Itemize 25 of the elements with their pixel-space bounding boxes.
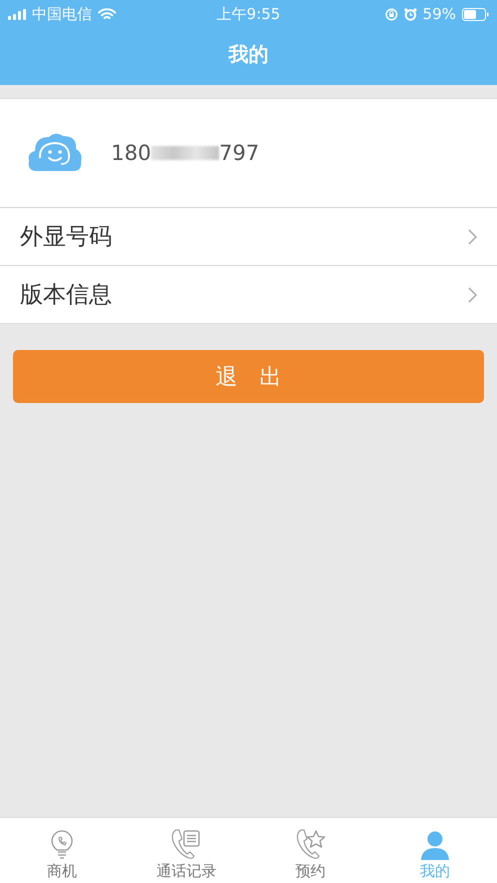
logout-button[interactable]: 退 出 [13,350,484,403]
menu-label: 外显号码 [20,223,112,252]
status-time: 上午9:55 [216,4,280,24]
call-log-icon [170,828,202,860]
carrier-name: 中国电信 [32,4,92,24]
tab-item[interactable]: 通话记录 [124,818,248,883]
menu-row[interactable]: 版本信息 [0,265,497,323]
signal-icon [8,8,26,20]
tab-item[interactable]: 商机 [0,818,124,883]
person-icon [420,830,450,860]
wifi-icon [98,8,116,20]
call-star-icon [294,828,327,860]
menu-row[interactable]: 外显号码 [0,208,497,265]
alarm-icon [404,8,417,20]
menu-label: 版本信息 [20,281,112,310]
lightbulb-icon [51,830,74,860]
tab-item[interactable]: 预约 [248,818,373,883]
chevron-right-icon [468,228,477,244]
phone-number-start: 180 [111,141,152,165]
phone-number-end: 797 [219,141,260,165]
battery-icon [462,8,489,20]
chevron-right-icon [468,286,477,302]
page-title: 我的 [228,41,268,68]
rotation-lock-icon [384,8,398,20]
battery-percent: 59% [422,5,456,23]
